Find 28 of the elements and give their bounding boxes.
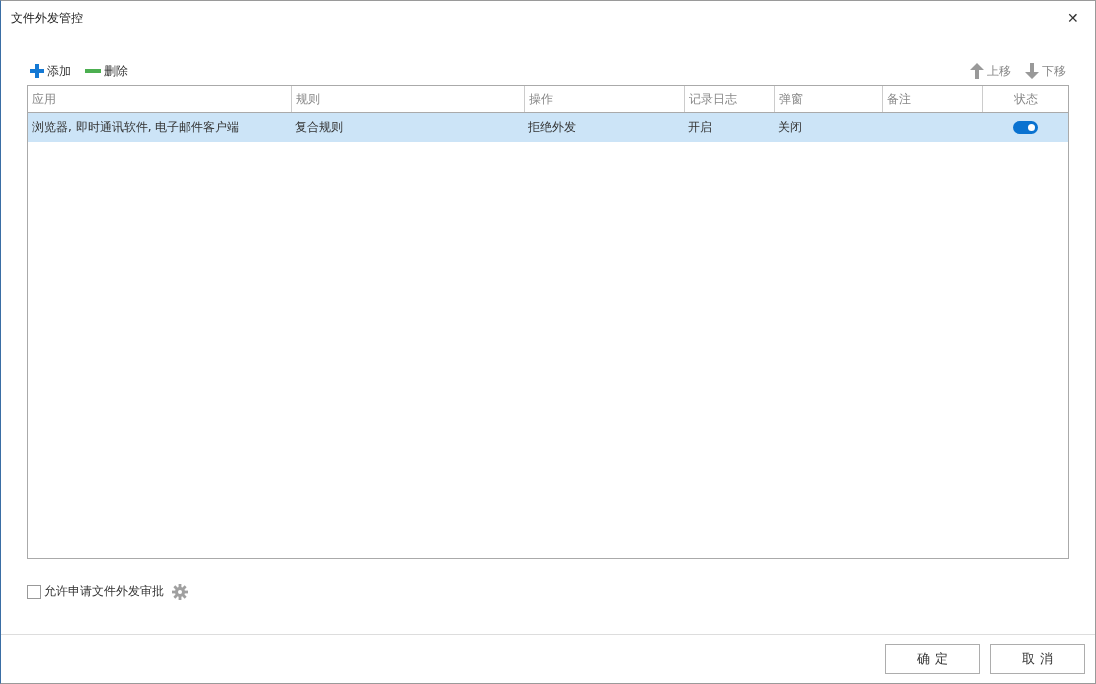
- column-header[interactable]: 状态: [982, 86, 1068, 112]
- dialog-button[interactable]: 确 定: [885, 644, 980, 674]
- column-header[interactable]: 规则: [290, 86, 524, 112]
- column-header[interactable]: 记录日志: [684, 86, 775, 112]
- move-down-button[interactable]: 下移: [1022, 62, 1069, 80]
- add-button[interactable]: 添加: [27, 62, 74, 80]
- arrow-down-icon: [1025, 63, 1039, 79]
- column-header[interactable]: 操作: [523, 86, 685, 112]
- dialog-button[interactable]: 取 消: [990, 644, 1085, 674]
- minus-icon: [85, 69, 101, 73]
- approval-checkbox[interactable]: 允许申请文件外发审批: [27, 583, 164, 600]
- close-button[interactable]: ✕: [1051, 2, 1095, 34]
- column-header[interactable]: 应用: [28, 86, 291, 112]
- table-cell: 浏览器, 即时通讯软件, 电子邮件客户端: [32, 119, 240, 136]
- table-cell: 复合规则: [294, 119, 343, 136]
- move-up-button[interactable]: 上移: [967, 62, 1014, 80]
- status-toggle[interactable]: [1012, 121, 1038, 134]
- table-cell: 关闭: [778, 119, 803, 136]
- table-cell: 拒绝外发: [527, 119, 576, 136]
- column-header[interactable]: 弹窗: [774, 86, 883, 112]
- column-header[interactable]: 备注: [882, 86, 983, 112]
- delete-button[interactable]: 删除: [82, 62, 131, 80]
- table-row[interactable]: 浏览器, 即时通讯软件, 电子邮件客户端 复合规则 拒绝外发 开启 关闭: [28, 113, 1068, 142]
- window-title: 文件外发管控: [11, 9, 83, 27]
- plus-icon: [30, 64, 44, 78]
- settings-icon[interactable]: [172, 583, 188, 600]
- arrow-up-icon: [970, 63, 984, 79]
- table-cell: 开启: [688, 119, 713, 136]
